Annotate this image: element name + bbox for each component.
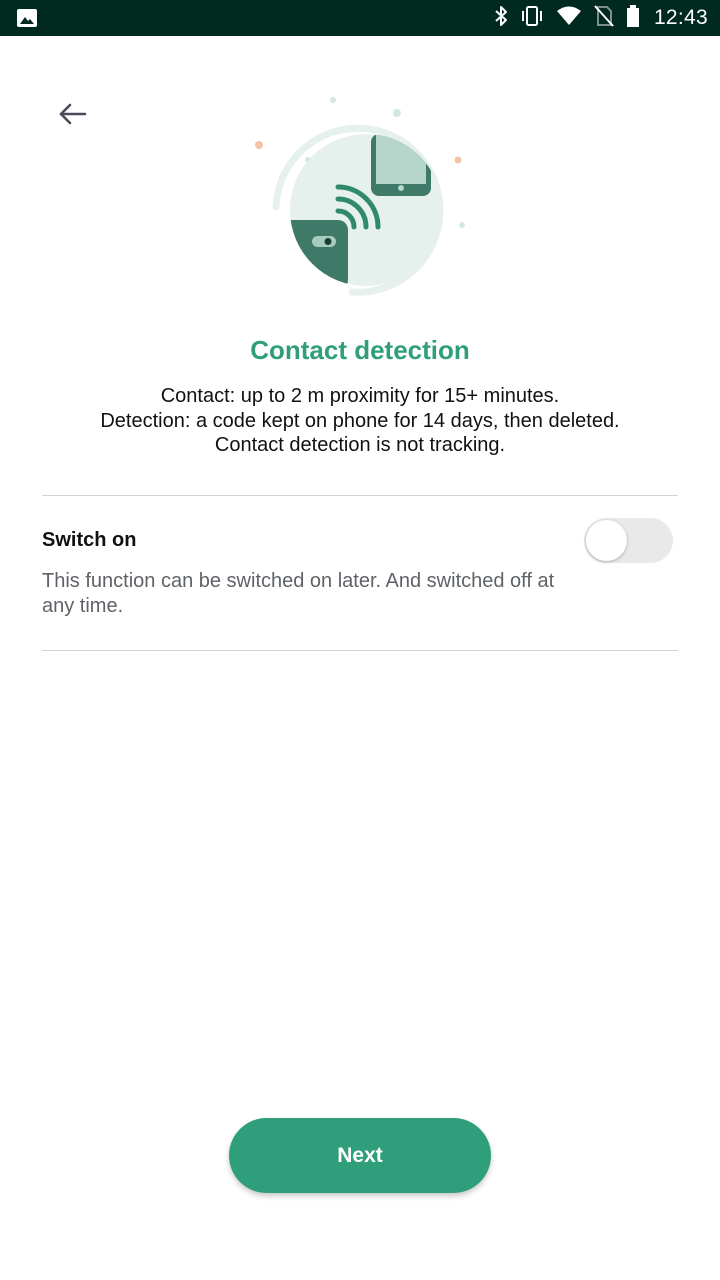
next-button[interactable]: Next [229, 1118, 491, 1193]
status-icons: 12:43 [494, 0, 708, 36]
gallery-icon [16, 8, 38, 33]
arrow-left-icon [58, 102, 88, 131]
switch-hint: This function can be switched on later. … [42, 570, 555, 617]
wifi-icon [556, 6, 582, 31]
toggle-knob [586, 520, 627, 561]
battery-icon [626, 4, 640, 33]
back-button[interactable] [49, 92, 97, 140]
description-line: Detection: a code kept on phone for 14 d… [100, 409, 620, 432]
status-time: 12:43 [653, 6, 708, 29]
bluetooth-icon [494, 5, 508, 32]
status-bar: 12:43 [0, 0, 720, 36]
description-line: Contact: up to 2 m proximity for 15+ min… [160, 385, 560, 407]
vibrate-icon [520, 5, 544, 32]
divider [42, 495, 678, 496]
page-title: Contact detection [250, 335, 470, 365]
switch-label: Switch on [42, 529, 137, 551]
no-sim-icon [594, 4, 614, 32]
contact-detection-toggle[interactable] [584, 518, 673, 563]
description: Contact: up to 2 m proximity for 15+ min… [40, 384, 680, 458]
description-line: Contact detection is not tracking. [214, 434, 506, 456]
contact-detection-illustration [255, 97, 465, 296]
divider [42, 650, 678, 651]
